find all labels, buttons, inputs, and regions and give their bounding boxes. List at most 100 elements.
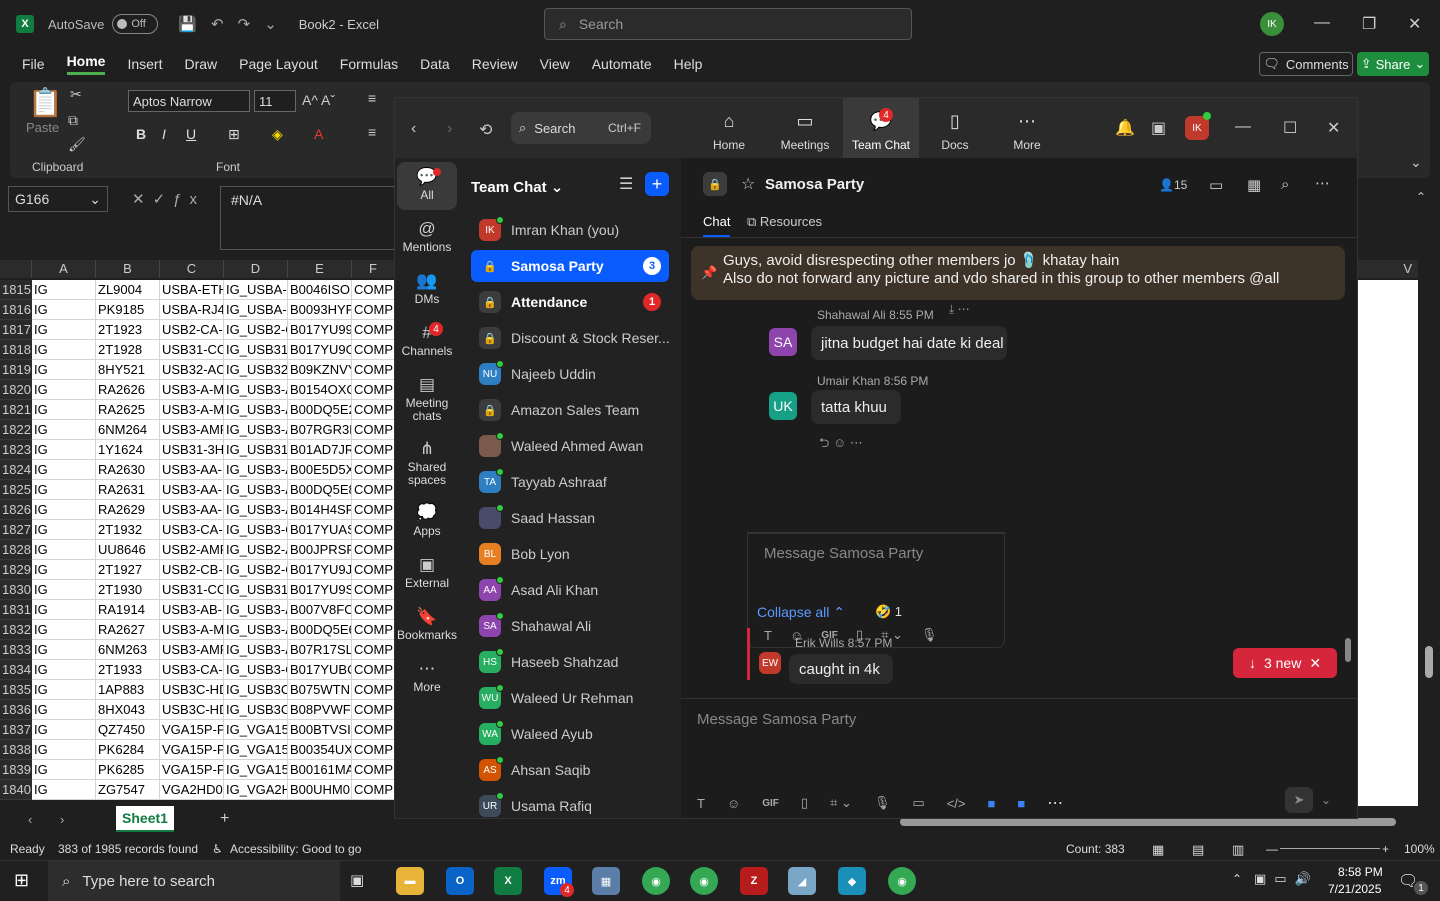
cell[interactable]: COMP	[352, 400, 395, 420]
cell[interactable]: IG_VGA2H	[224, 780, 288, 800]
cell[interactable]: 2T1927	[96, 560, 160, 580]
code-icon[interactable]: </>	[947, 796, 966, 811]
cell[interactable]: RA2625	[96, 400, 160, 420]
cell[interactable]: B00UHM0	[288, 780, 352, 800]
cell[interactable]: COMP	[352, 740, 395, 760]
cell[interactable]: COMP	[352, 280, 395, 300]
video-call-icon[interactable]: ▭	[1209, 176, 1223, 194]
bell-icon[interactable]: 🔔	[1115, 118, 1135, 138]
cell[interactable]: 1AP883	[96, 680, 160, 700]
format-icon[interactable]: T	[697, 796, 705, 811]
mic-icon[interactable]: 🎙	[874, 795, 891, 811]
cell[interactable]: IG	[32, 540, 96, 560]
row-number[interactable]: 1829	[0, 560, 32, 580]
cell[interactable]: IG	[32, 380, 96, 400]
pinned-message[interactable]: 📌 Guys, avoid disrespecting other member…	[691, 246, 1345, 300]
cell[interactable]: B075WTN	[288, 680, 352, 700]
cell[interactable]: USB2-CA-3	[160, 320, 224, 340]
cell[interactable]: COMP	[352, 360, 395, 380]
cell[interactable]: IG_VGA15I	[224, 720, 288, 740]
cell[interactable]: B017YU9J	[288, 560, 352, 580]
cell[interactable]: IG_USB32-	[224, 360, 288, 380]
cell[interactable]: VGA2HD01	[160, 780, 224, 800]
autosave-toggle[interactable]: Off	[112, 14, 159, 34]
cell[interactable]: USBA-ETH	[160, 280, 224, 300]
cell[interactable]: USB2-CB-6	[160, 560, 224, 580]
cell[interactable]: RA1914	[96, 600, 160, 620]
cell[interactable]: 6NM263	[96, 640, 160, 660]
calculator-icon[interactable]: ▦	[592, 867, 620, 895]
video-message-icon[interactable]: ▭	[912, 795, 924, 811]
menu-page-layout[interactable]: Page Layout	[239, 56, 318, 72]
windows-start-icon[interactable]: ⊞	[14, 870, 29, 891]
cell[interactable]: B00JPRSP	[288, 540, 352, 560]
cell[interactable]: USB3-AA-I	[160, 480, 224, 500]
cell[interactable]: 2T1932	[96, 520, 160, 540]
chrome-profile-icon[interactable]: ◉	[690, 867, 718, 895]
cell[interactable]: IG	[32, 480, 96, 500]
cell[interactable]: COMP	[352, 660, 395, 680]
cell[interactable]: USB3C-HD	[160, 700, 224, 720]
select-all-corner[interactable]	[0, 260, 32, 278]
cell[interactable]: IG	[32, 780, 96, 800]
cell[interactable]: ZL9004	[96, 280, 160, 300]
cell[interactable]: IG_USB3-A	[224, 460, 288, 480]
cell[interactable]: IG	[32, 360, 96, 380]
cell[interactable]: B0046ISO	[288, 280, 352, 300]
cell[interactable]: COMP	[352, 320, 395, 340]
align-top-icon[interactable]: ≡	[368, 90, 376, 106]
reaction-chip[interactable]: 🤣 1	[875, 604, 902, 620]
cell[interactable]: COMP	[352, 560, 395, 580]
tab-chat[interactable]: Chat	[703, 214, 731, 237]
share-button[interactable]: ⇪ Share ⌄	[1357, 52, 1429, 76]
chrome-icon[interactable]: ◉	[642, 867, 670, 895]
prev-sheet-icon[interactable]: ‹	[28, 812, 32, 827]
status-zoom[interactable]: 100%	[1404, 842, 1435, 856]
rail-more[interactable]: ⋯ More	[397, 660, 457, 694]
row-number[interactable]: 1823	[0, 440, 32, 460]
cell[interactable]: IG_USB2-A	[224, 540, 288, 560]
tab-resources[interactable]: ⧉ Resources	[747, 214, 822, 230]
cell[interactable]: IG	[32, 500, 96, 520]
chat-list-item[interactable]: 🔒 Discount & Stock Reser...	[471, 322, 669, 354]
row-number[interactable]: 1824	[0, 460, 32, 480]
column-header[interactable]: E	[288, 260, 352, 278]
rail-meeting-chats[interactable]: ▤ Meeting chats	[397, 376, 457, 423]
avatar[interactable]: EW	[759, 652, 781, 674]
chat-list-item[interactable]: 🔒 Amazon Sales Team	[471, 394, 669, 426]
column-header[interactable]: F	[352, 260, 395, 278]
formula-buttons-icon[interactable]: ✕✓ƒx	[132, 190, 205, 208]
cell[interactable]: B00354UX	[288, 740, 352, 760]
chat-title[interactable]: Samosa Party	[765, 176, 864, 193]
new-chat-button[interactable]: +	[645, 172, 669, 196]
horizontal-scrollbar[interactable]	[900, 818, 1396, 826]
row-number[interactable]: 1840	[0, 780, 32, 800]
cell[interactable]: USB31-3HI	[160, 440, 224, 460]
sheet-tab[interactable]: Sheet1	[116, 806, 174, 832]
cell[interactable]: USB3-AMF	[160, 420, 224, 440]
cell[interactable]: VGA15P-P	[160, 740, 224, 760]
more-options-icon[interactable]: ⋯	[1315, 174, 1330, 192]
chat-list-item[interactable]: WA Waleed Ayub	[471, 718, 669, 750]
cell[interactable]: COMP	[352, 460, 395, 480]
menu-review[interactable]: Review	[472, 56, 518, 72]
cell[interactable]: IG	[32, 520, 96, 540]
cell[interactable]: B0154OXC	[288, 380, 352, 400]
cell[interactable]: 2T1933	[96, 660, 160, 680]
cell[interactable]: IG_USBA-F	[224, 300, 288, 320]
reply-react-tools[interactable]: ⮌ ☺ ⋯	[819, 434, 863, 456]
avatar[interactable]: UK	[769, 392, 797, 420]
cell[interactable]: B017YUBC	[288, 660, 352, 680]
cell[interactable]: IG	[32, 660, 96, 680]
more-icon[interactable]: ⋯	[1047, 793, 1063, 813]
cell[interactable]: 6NM264	[96, 420, 160, 440]
menu-draw[interactable]: Draw	[184, 56, 217, 72]
cell[interactable]: B00DQ5E2	[288, 400, 352, 420]
cell[interactable]: IG	[32, 720, 96, 740]
cell[interactable]: COMP	[352, 580, 395, 600]
tab-home[interactable]: ⌂ Home	[691, 98, 767, 158]
cell[interactable]: B00161MA	[288, 760, 352, 780]
column-header[interactable]: C	[160, 260, 224, 278]
new-messages-button[interactable]: ↓ 3 new ✕	[1233, 648, 1337, 678]
menu-data[interactable]: Data	[420, 56, 450, 72]
